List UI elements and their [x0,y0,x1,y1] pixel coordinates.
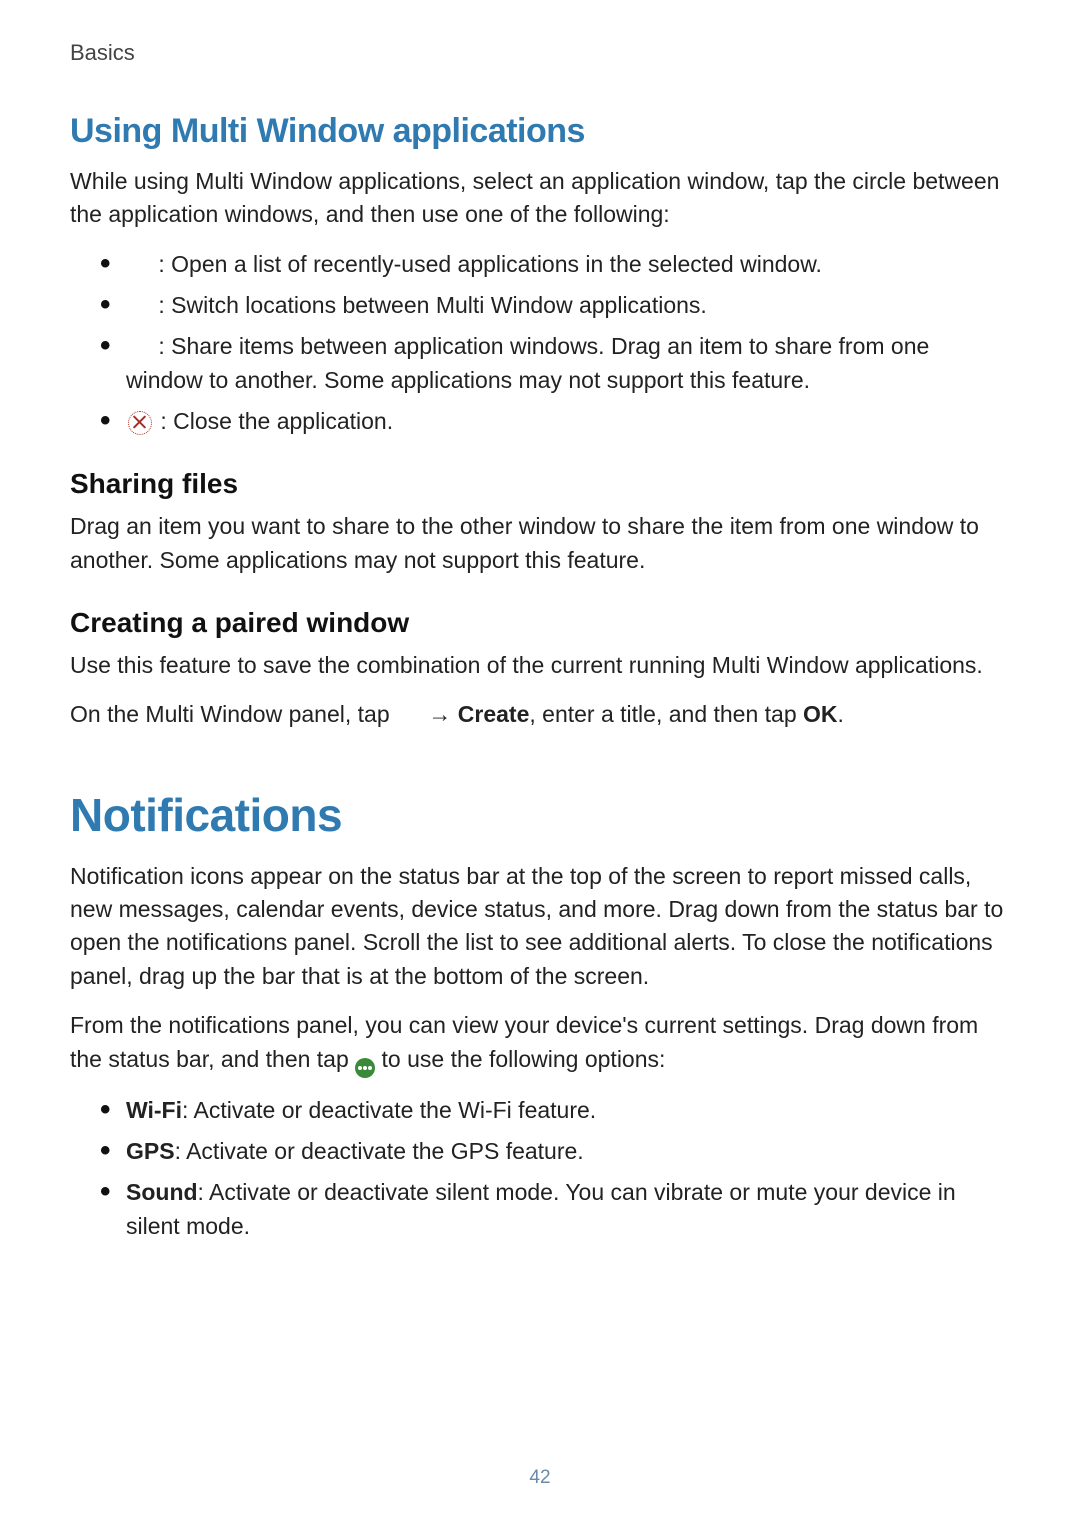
multiwindow-action-list: : Open a list of recently-used applicati… [70,248,1010,439]
menu-icon [398,705,420,727]
list-item: : Share items between application window… [100,330,1010,397]
notifications-p2: From the notifications panel, you can vi… [70,1009,1010,1077]
option-label-wifi: Wi-Fi [126,1097,182,1123]
list-item-text: : Close the application. [160,408,393,434]
page-number: 42 [529,1467,550,1489]
text-fragment: . [838,701,844,727]
option-label-gps: GPS [126,1138,175,1164]
list-item-text: : Switch locations between Multi Window … [158,292,706,318]
multiwindow-intro: While using Multi Window applications, s… [70,165,1010,232]
text-fragment: to use the following options: [382,1046,666,1072]
option-label-sound: Sound [126,1179,198,1205]
list-item: GPS: Activate or deactivate the GPS feat… [100,1135,1010,1168]
option-desc: : Activate or deactivate the GPS feature… [175,1138,584,1164]
create-label: Create [458,701,530,727]
breadcrumb: Basics [70,40,1010,66]
list-item-text: : Open a list of recently-used applicati… [158,251,822,277]
paired-window-body2: On the Multi Window panel, tap → Create,… [70,698,1010,731]
notification-options-list: Wi-Fi: Activate or deactivate the Wi-Fi … [70,1094,1010,1243]
ok-label: OK [803,701,838,727]
swap-locations-icon [128,296,150,318]
list-item: : Switch locations between Multi Window … [100,289,1010,322]
heading-paired-window: Creating a paired window [70,607,1010,639]
options-icon [355,1058,375,1078]
text-fragment: On the Multi Window panel, tap [70,701,396,727]
sharing-files-body: Drag an item you want to share to the ot… [70,510,1010,577]
option-desc: : Activate or deactivate the Wi-Fi featu… [182,1097,596,1123]
close-icon [128,411,152,435]
list-item: Wi-Fi: Activate or deactivate the Wi-Fi … [100,1094,1010,1127]
list-item-text: : Share items between application window… [126,333,929,392]
heading-multi-window: Using Multi Window applications [70,112,1010,151]
recent-apps-icon [128,255,150,277]
option-desc: : Activate or deactivate silent mode. Yo… [126,1179,956,1238]
share-items-icon [128,337,150,359]
paired-window-body1: Use this feature to save the combination… [70,649,1010,682]
list-item: : Open a list of recently-used applicati… [100,248,1010,281]
text-fragment: , enter a title, and then tap [529,701,803,727]
notifications-p1: Notification icons appear on the status … [70,860,1010,993]
arrow-text: → [428,701,457,727]
heading-notifications: Notifications [70,788,1010,842]
list-item: : Close the application. [100,405,1010,438]
list-item: Sound: Activate or deactivate silent mod… [100,1176,1010,1243]
heading-sharing-files: Sharing files [70,468,1010,500]
